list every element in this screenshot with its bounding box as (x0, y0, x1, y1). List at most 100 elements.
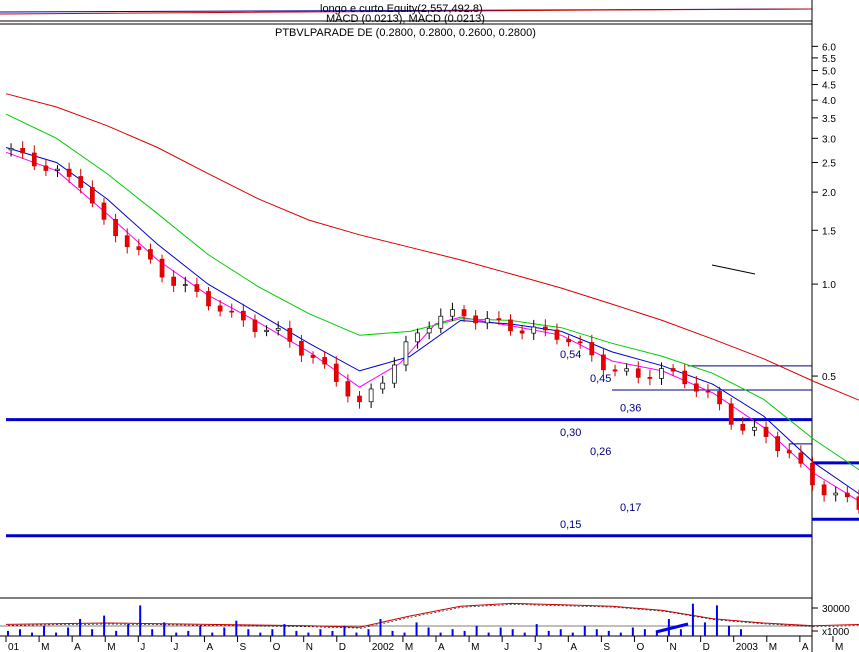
candle-body (786, 450, 792, 454)
y-tick-label: 2.5 (822, 159, 836, 170)
chart-title: PTBVLPARADE DE (0.2800, 0.2800, 0.2600, … (275, 27, 536, 39)
x-tick-label: N (670, 642, 677, 652)
candle-body (90, 187, 95, 204)
candle-body (740, 423, 746, 431)
candle-body (345, 381, 351, 397)
candle-body (287, 328, 293, 342)
x-tick-label: D (339, 642, 346, 652)
level-label: 0,54 (560, 349, 581, 361)
y-tick-label: 0.5 (822, 372, 836, 383)
x-tick-label: M (405, 642, 413, 652)
candle-body (55, 168, 60, 171)
candle-body (264, 329, 269, 332)
lower-tick-label: 30000 (822, 604, 850, 615)
candle-body (8, 148, 14, 151)
candle-body (624, 368, 629, 372)
candle-body (31, 152, 37, 167)
y-tick-label: 1.0 (822, 280, 836, 291)
candle-body (171, 276, 177, 286)
x-tick-label: J (537, 642, 542, 652)
candle-body (670, 368, 676, 372)
x-tick-label: 2003 (736, 642, 759, 652)
candle-body (728, 403, 734, 425)
candle-body (508, 319, 513, 332)
candle-body (66, 168, 72, 177)
candle-body (844, 492, 850, 498)
candle-body (542, 326, 548, 331)
x-tick-label: S (603, 642, 610, 652)
candle-body (20, 148, 26, 154)
candle-body (275, 328, 281, 331)
candle-body (647, 377, 653, 379)
macd-label: MACD (0.0213), MACD (0.0213) (326, 13, 485, 25)
y-tick-label: 5.5 (822, 54, 836, 65)
candle-body (391, 364, 397, 384)
candle-body (496, 318, 502, 321)
candle-body (693, 383, 699, 392)
candle-body (635, 368, 641, 378)
y-tick-label: 2.0 (822, 188, 836, 199)
candle-body (566, 339, 571, 343)
y-tick-label: 3.5 (822, 114, 836, 125)
candle-body (798, 452, 804, 464)
y-tick-label: 4.5 (822, 81, 836, 92)
candle-body (682, 370, 688, 385)
candle-body (217, 305, 223, 312)
candle-body (763, 426, 769, 437)
candle-body (554, 329, 560, 340)
level-label: 0,15 (560, 519, 581, 531)
candle-body (229, 310, 235, 313)
x-tick-label: J (173, 642, 178, 652)
candle-body (601, 354, 606, 371)
x-tick-label: M (107, 642, 115, 652)
candle-body (450, 309, 455, 317)
level-label: 0,17 (620, 502, 641, 514)
candle-body (473, 315, 478, 324)
x-tick-label: M (41, 642, 49, 652)
x-tick-label: A (802, 642, 809, 652)
level-label: 0,26 (590, 446, 611, 458)
candle-body (752, 426, 757, 431)
candle-body (136, 246, 142, 250)
x-tick-label: A (74, 642, 81, 652)
x-tick-label: J (140, 642, 145, 652)
x-tick-label: A (206, 642, 213, 652)
candle-body (531, 326, 537, 334)
x-tick-label: 01 (8, 642, 20, 652)
candle-body (821, 484, 827, 496)
candle-body (833, 492, 839, 496)
candle-body (333, 363, 339, 382)
x-tick-label: O (273, 642, 281, 652)
level-label: 0,45 (590, 373, 611, 385)
candle-body (705, 390, 711, 393)
y-tick-label: 1.5 (822, 226, 836, 237)
lower-tick-label: x1000 (822, 627, 850, 638)
candle-body (241, 310, 246, 321)
x-tick-label: N (306, 642, 313, 652)
candle-body (368, 388, 374, 403)
candle-body (484, 318, 490, 324)
candle-body (299, 340, 304, 356)
candle-body (577, 341, 583, 344)
candle-body (461, 309, 467, 317)
candle-body (43, 165, 49, 171)
candle-body (612, 369, 618, 372)
y-tick-label: 3.0 (822, 134, 836, 145)
x-tick-label: A (570, 642, 577, 652)
candle-body (589, 342, 595, 356)
price-chart: longo e curto Equity(2,557,492.8) MACD (… (0, 0, 859, 652)
candle-body (415, 332, 420, 343)
candle-body (775, 436, 780, 451)
y-tick-label: 5.0 (822, 67, 836, 78)
x-tick-label: 2002 (372, 642, 395, 652)
candle-body (310, 354, 316, 358)
x-tick-label: M (835, 642, 843, 652)
candle-body (78, 176, 84, 188)
x-tick-label: J (504, 642, 509, 652)
y-tick-label: 4.0 (822, 96, 836, 107)
candle-body (159, 258, 165, 278)
candle-body (206, 291, 211, 307)
candle-body (101, 202, 107, 220)
candle-body (148, 249, 153, 260)
candle-body (717, 391, 722, 405)
